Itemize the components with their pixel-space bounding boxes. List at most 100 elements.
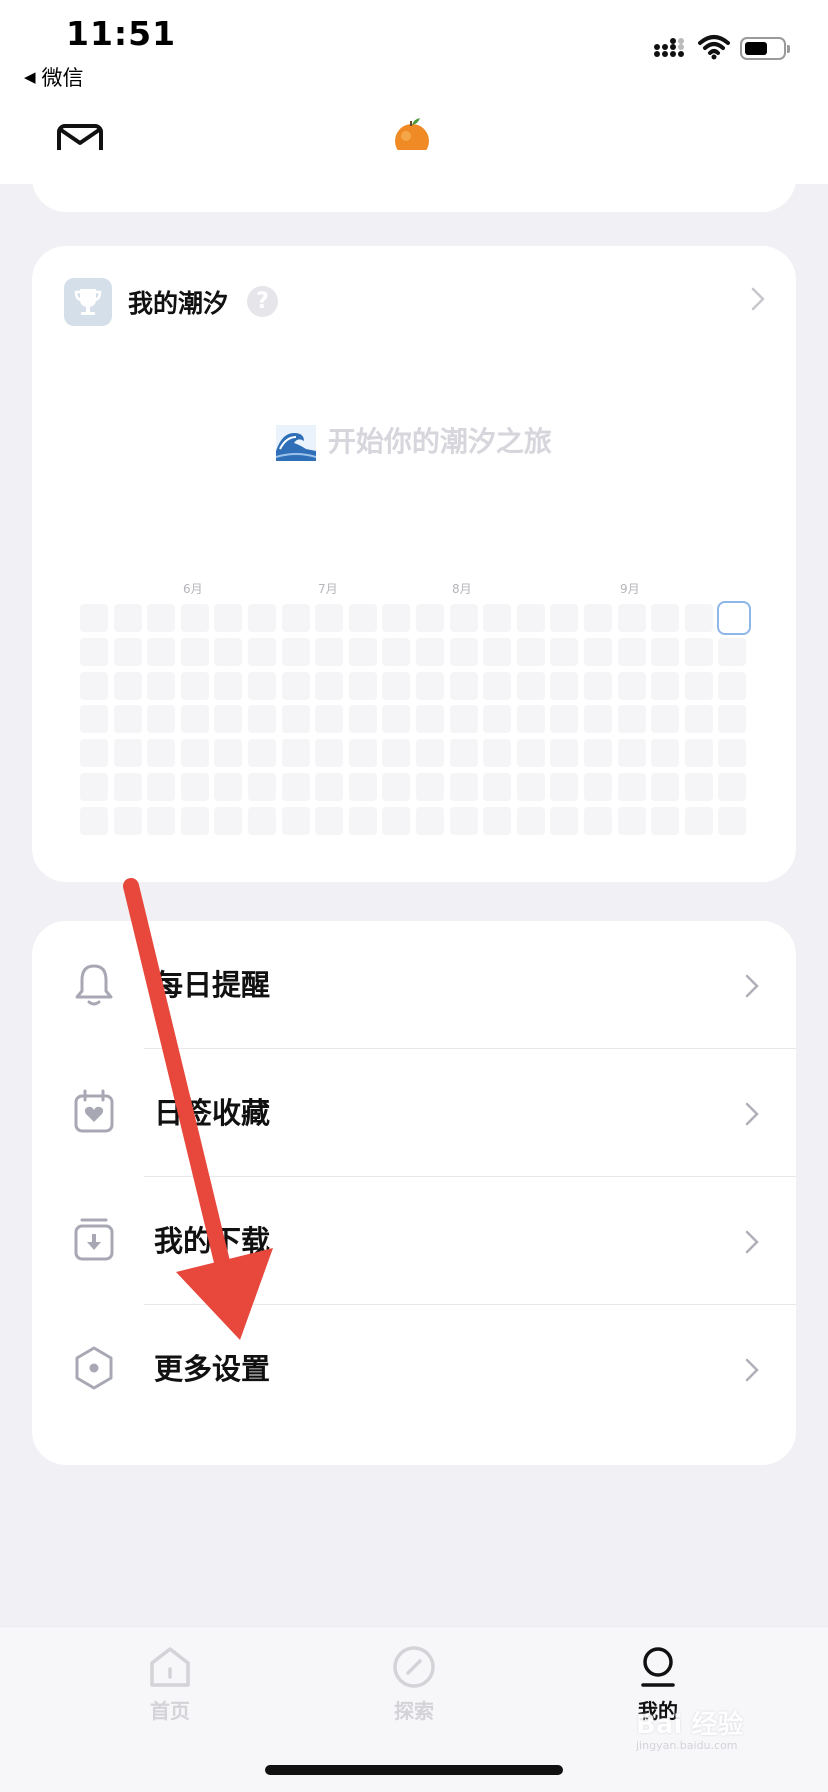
status-bar: 11:51 ◀ 微信 bbox=[0, 0, 828, 100]
heatmap-cell bbox=[382, 705, 411, 734]
heatmap-cell bbox=[483, 637, 512, 666]
trophy-icon bbox=[64, 278, 112, 326]
heatmap-cell bbox=[550, 637, 579, 666]
heatmap-cell bbox=[483, 772, 512, 801]
back-to-app-link[interactable]: ◀ 微信 bbox=[24, 62, 84, 92]
heatmap-cell bbox=[214, 671, 243, 700]
heatmap-cell bbox=[718, 806, 747, 835]
heatmap-cell bbox=[247, 705, 276, 734]
heatmap-cell bbox=[180, 705, 209, 734]
tide-cta: 开始你的潮汐之旅 bbox=[32, 420, 796, 461]
heatmap-cell bbox=[382, 604, 411, 632]
heatmap-cell bbox=[651, 604, 680, 632]
heatmap-cell bbox=[348, 604, 377, 632]
tide-cta-text: 开始你的潮汐之旅 bbox=[327, 425, 552, 458]
heatmap-cell bbox=[718, 739, 747, 768]
heatmap-cell bbox=[247, 772, 276, 801]
chevron-right-icon bbox=[745, 1230, 759, 1254]
heatmap-cell bbox=[583, 739, 612, 768]
heatmap-cell bbox=[415, 705, 444, 734]
heatmap-cell bbox=[651, 637, 680, 666]
heatmap-cell bbox=[113, 739, 142, 768]
heatmap-cell bbox=[348, 637, 377, 666]
heatmap-cell bbox=[315, 772, 344, 801]
heatmap-cell bbox=[617, 806, 646, 835]
heatmap-cell bbox=[247, 604, 276, 632]
tide-card[interactable]: 我的潮汐 ? 开始你的潮汐之旅 6月 7月 8月 9月 bbox=[32, 246, 796, 882]
tab-home[interactable]: 首页 bbox=[115, 1645, 225, 1724]
menu-item-label: 我的下载 bbox=[154, 1224, 271, 1258]
heatmap-cell bbox=[483, 739, 512, 768]
watermark: Bai 经验 jingyan.baidu.com bbox=[636, 1704, 743, 1752]
heatmap-cell bbox=[348, 806, 377, 835]
heatmap-cell bbox=[449, 806, 478, 835]
heatmap-cell bbox=[315, 806, 344, 835]
chevron-right-icon bbox=[745, 1102, 759, 1126]
cellular-signal-icon bbox=[654, 38, 684, 57]
back-triangle-icon: ◀ bbox=[24, 68, 36, 86]
menu-item-favorites[interactable]: 日签收藏 bbox=[32, 1049, 796, 1177]
heatmap-cell bbox=[281, 806, 310, 835]
today-cell[interactable] bbox=[717, 601, 751, 635]
heatmap-cell bbox=[583, 604, 612, 632]
heatmap-cell bbox=[684, 637, 713, 666]
menu-item-daily-reminder[interactable]: 每日提醒 bbox=[32, 921, 796, 1049]
heatmap-cell bbox=[415, 806, 444, 835]
heatmap-cell bbox=[415, 671, 444, 700]
heatmap-cell bbox=[449, 705, 478, 734]
heatmap-cell bbox=[147, 772, 176, 801]
heatmap-cell bbox=[684, 705, 713, 734]
watermark-sub: jingyan.baidu.com bbox=[636, 1739, 738, 1752]
heatmap-cell bbox=[617, 739, 646, 768]
heatmap-cell bbox=[247, 637, 276, 666]
home-icon bbox=[150, 1647, 190, 1687]
month-label: 6月 bbox=[183, 582, 203, 596]
heatmap-cell bbox=[550, 772, 579, 801]
menu-item-label: 更多设置 bbox=[154, 1352, 271, 1386]
heatmap-cell bbox=[550, 806, 579, 835]
heatmap-cell bbox=[550, 604, 579, 632]
heatmap-cell bbox=[80, 739, 108, 768]
heatmap-cell bbox=[180, 739, 209, 768]
heatmap-cell bbox=[651, 806, 680, 835]
heatmap-cell bbox=[113, 671, 142, 700]
heatmap-cell bbox=[348, 739, 377, 768]
chevron-right-icon bbox=[745, 1358, 759, 1382]
heatmap-cell bbox=[214, 806, 243, 835]
heatmap-cell bbox=[348, 705, 377, 734]
heatmap-cell bbox=[516, 806, 545, 835]
heatmap-cell bbox=[247, 806, 276, 835]
menu-item-downloads[interactable]: 我的下载 bbox=[32, 1177, 796, 1305]
tide-card-title: 我的潮汐 bbox=[128, 289, 229, 318]
heatmap-cell bbox=[718, 671, 747, 700]
heatmap-cell bbox=[113, 637, 142, 666]
home-indicator[interactable] bbox=[265, 1765, 563, 1775]
calendar-heart-icon bbox=[74, 1089, 114, 1133]
help-icon[interactable]: ? bbox=[247, 286, 278, 317]
heatmap-cell bbox=[617, 637, 646, 666]
wifi-icon bbox=[698, 35, 730, 60]
heatmap-cell bbox=[382, 739, 411, 768]
chevron-right-icon[interactable] bbox=[750, 286, 766, 312]
heatmap-cell bbox=[80, 806, 108, 835]
heatmap-cell bbox=[516, 772, 545, 801]
heatmap-cell bbox=[214, 705, 243, 734]
menu-item-more-settings[interactable]: 更多设置 bbox=[32, 1305, 796, 1433]
heatmap-cell bbox=[214, 772, 243, 801]
wave-icon bbox=[276, 425, 317, 461]
heatmap-cell bbox=[382, 637, 411, 666]
heatmap-cell bbox=[583, 671, 612, 700]
month-label: 9月 bbox=[620, 582, 640, 596]
heatmap-cell bbox=[449, 772, 478, 801]
heatmap-cell bbox=[483, 705, 512, 734]
heatmap-cell bbox=[483, 604, 512, 632]
heatmap-cell bbox=[214, 604, 243, 632]
heatmap-cell bbox=[483, 671, 512, 700]
tide-heatmap bbox=[80, 604, 747, 835]
heatmap-cell bbox=[550, 705, 579, 734]
status-time: 11:51 bbox=[66, 14, 177, 53]
tab-explore[interactable]: 探索 bbox=[359, 1645, 469, 1724]
heatmap-cell bbox=[382, 772, 411, 801]
heatmap-cell bbox=[281, 637, 310, 666]
heatmap-cell bbox=[247, 671, 276, 700]
